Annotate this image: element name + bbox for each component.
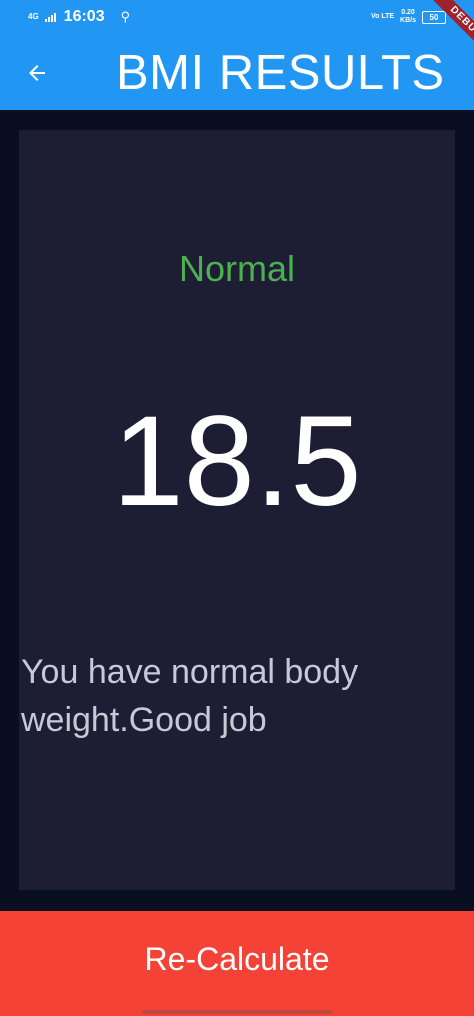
home-indicator	[142, 1010, 332, 1014]
bmi-value: 18.5	[112, 390, 362, 533]
result-card: Normal 18.5 You have normal body weight.…	[19, 130, 455, 890]
status-bar-left: 4G 16:03 ⚲	[28, 8, 130, 26]
usb-icon: ⚲	[120, 9, 131, 24]
arrow-back-icon	[29, 65, 45, 81]
volte-indicator: Vo LTE	[370, 13, 395, 20]
network-type: 4G	[28, 12, 39, 21]
status-time: 16:03	[63, 8, 105, 25]
result-status: Normal	[178, 248, 295, 289]
recalculate-button-label: Re-Calculate	[144, 941, 330, 977]
signal-icon	[44, 12, 56, 22]
recalculate-button[interactable]: Re-Calculate	[0, 911, 474, 1016]
result-interpretation: You have normal body weight.Good job	[21, 653, 359, 739]
debug-banner-label: DEBUG	[418, 0, 474, 71]
debug-banner: DEBUG	[392, 0, 474, 82]
back-button[interactable]	[18, 54, 56, 92]
